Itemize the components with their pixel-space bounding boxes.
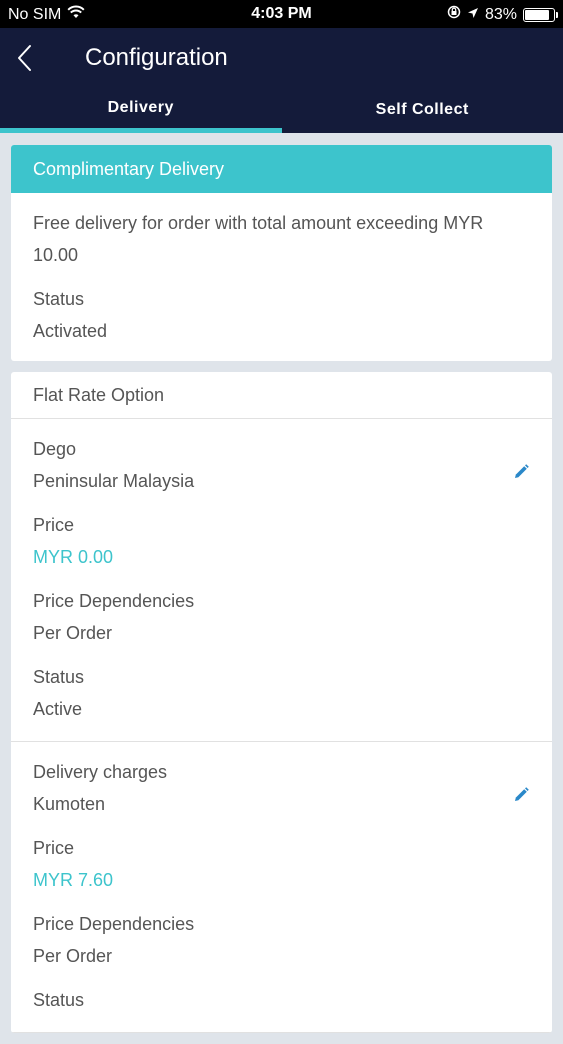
price-value: MYR 0.00 <box>33 541 530 573</box>
price-label: Price <box>33 509 530 541</box>
page-title: Configuration <box>85 44 228 72</box>
chevron-left-icon <box>8 40 44 76</box>
tab-delivery[interactable]: Delivery <box>0 92 282 133</box>
flat-rate-card: Flat Rate Option Dego Peninsular Malaysi… <box>11 372 552 1033</box>
price-dependencies-value: Per Order <box>33 940 530 972</box>
status-right: 83% <box>447 5 555 24</box>
option-region: Peninsular Malaysia <box>33 465 530 497</box>
battery-percent: 83% <box>485 6 517 24</box>
option-region: Kumoten <box>33 788 530 820</box>
option-status-label: Status <box>33 661 530 693</box>
option-status-value: Active <box>33 693 530 725</box>
app-header: Configuration Delivery Self Collect <box>0 28 563 133</box>
location-arrow-icon <box>467 6 479 24</box>
price-dependencies-value: Per Order <box>33 617 530 649</box>
option-status-label: Status <box>33 984 530 1016</box>
option-name: Dego <box>33 433 530 465</box>
complimentary-status-value: Activated <box>33 315 530 347</box>
flat-rate-title: Flat Rate Option <box>11 372 552 419</box>
price-value: MYR 7.60 <box>33 864 530 896</box>
edit-option-button[interactable] <box>512 786 530 804</box>
battery-icon <box>523 8 555 22</box>
complimentary-delivery-title: Complimentary Delivery <box>11 145 552 193</box>
flat-rate-option: Dego Peninsular Malaysia Price MYR 0.00 … <box>11 419 552 742</box>
tab-self-collect[interactable]: Self Collect <box>282 92 563 133</box>
back-button[interactable] <box>8 40 44 76</box>
complimentary-delivery-body: Free delivery for order with total amoun… <box>11 193 552 361</box>
price-dependencies-label: Price Dependencies <box>33 908 530 940</box>
status-bar: No SIM 4:03 PM 83% <box>0 0 563 28</box>
main-content: Complimentary Delivery Free delivery for… <box>11 145 552 1044</box>
flat-rate-option: Delivery charges Kumoten Price MYR 7.60 … <box>11 742 552 1033</box>
pencil-icon <box>512 786 530 804</box>
edit-option-button[interactable] <box>512 463 530 481</box>
price-dependencies-label: Price Dependencies <box>33 585 530 617</box>
tab-bar: Delivery Self Collect <box>0 92 563 133</box>
price-label: Price <box>33 832 530 864</box>
rotation-lock-icon <box>447 5 461 24</box>
pencil-icon <box>512 463 530 481</box>
complimentary-status-label: Status <box>33 283 530 315</box>
option-name: Delivery charges <box>33 756 530 788</box>
complimentary-description: Free delivery for order with total amoun… <box>33 207 530 271</box>
complimentary-delivery-card: Complimentary Delivery Free delivery for… <box>11 145 552 361</box>
